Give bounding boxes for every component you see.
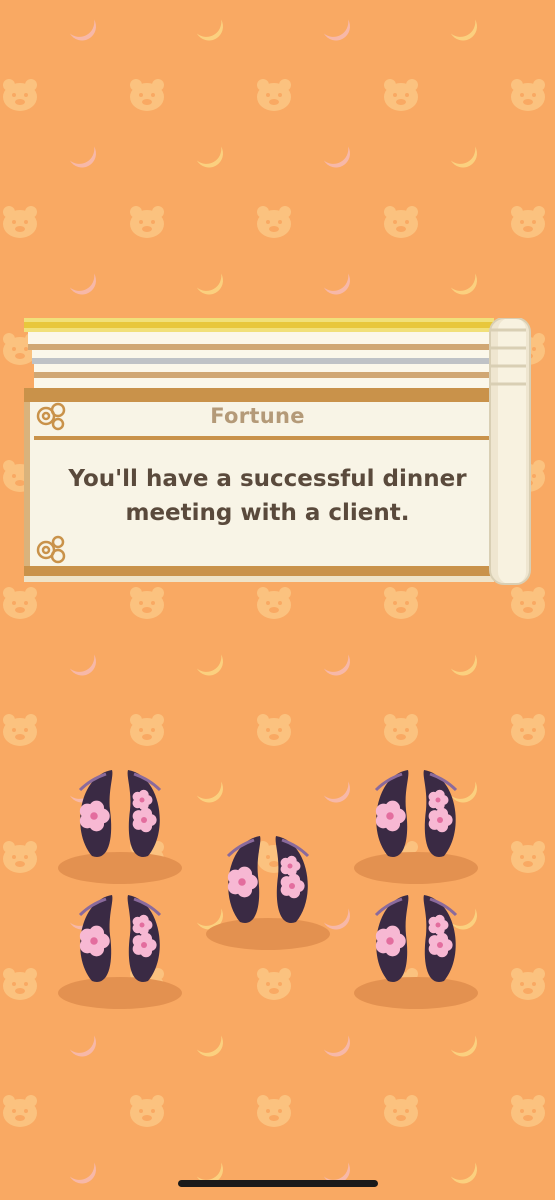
crescent-moon-icon xyxy=(69,273,96,295)
crescent-moon-icon xyxy=(450,273,477,295)
crescent-moon-icon xyxy=(69,19,96,41)
crescent-moon-icon xyxy=(450,1162,477,1184)
fortune-title: Fortune xyxy=(210,404,305,428)
bear-face-icon xyxy=(384,79,418,111)
bear-face-icon xyxy=(130,206,164,238)
bear-face-icon xyxy=(130,79,164,111)
bear-face-icon xyxy=(511,1095,545,1127)
bear-face-icon xyxy=(511,79,545,111)
crescent-moon-icon xyxy=(69,1162,96,1184)
crescent-moon-icon xyxy=(196,273,223,295)
scroll-frame xyxy=(24,318,531,585)
fortune-message: You'll have a successful dinner meeting … xyxy=(40,462,495,530)
crescent-moon-icon xyxy=(69,146,96,168)
bear-face-icon xyxy=(130,587,164,619)
crescent-moon-icon xyxy=(450,654,477,676)
crescent-moon-icon xyxy=(196,654,223,676)
crescent-moon-icon xyxy=(450,19,477,41)
bear-face-icon xyxy=(384,587,418,619)
crescent-moon-icon xyxy=(196,146,223,168)
crescent-moon-icon xyxy=(69,654,96,676)
bear-face-icon xyxy=(511,587,545,619)
crescent-moon-icon xyxy=(323,19,350,41)
bear-face-icon xyxy=(3,79,37,111)
fortune-scroll xyxy=(24,318,538,590)
bear-face-icon xyxy=(130,1095,164,1127)
fortune-cookies xyxy=(58,770,478,1009)
fortune-cookie[interactable] xyxy=(354,895,478,1009)
crescent-moon-icon xyxy=(323,654,350,676)
bear-face-icon xyxy=(3,206,37,238)
crescent-moon-icon xyxy=(323,146,350,168)
bear-face-icon xyxy=(3,1095,37,1127)
bear-face-icon xyxy=(257,79,291,111)
bear-face-icon xyxy=(257,1095,291,1127)
crescent-moon-icon xyxy=(196,19,223,41)
fortune-cookie[interactable] xyxy=(58,895,182,1009)
bear-face-icon xyxy=(384,1095,418,1127)
bear-face-icon xyxy=(3,587,37,619)
crescent-moon-icon xyxy=(323,273,350,295)
fortune-message-line-1: You'll have a successful dinner xyxy=(68,466,467,492)
bear-face-icon xyxy=(511,206,545,238)
crescent-moon-icon xyxy=(450,146,477,168)
bear-face-icon xyxy=(257,587,291,619)
bear-face-icon xyxy=(384,206,418,238)
fortune-cookie[interactable] xyxy=(354,770,478,884)
home-indicator xyxy=(178,1180,378,1187)
fortune-message-line-2: meeting with a client. xyxy=(125,500,410,526)
fortune-cookie[interactable] xyxy=(58,770,182,884)
bear-face-icon xyxy=(257,206,291,238)
fortune-cookie[interactable] xyxy=(206,836,330,950)
